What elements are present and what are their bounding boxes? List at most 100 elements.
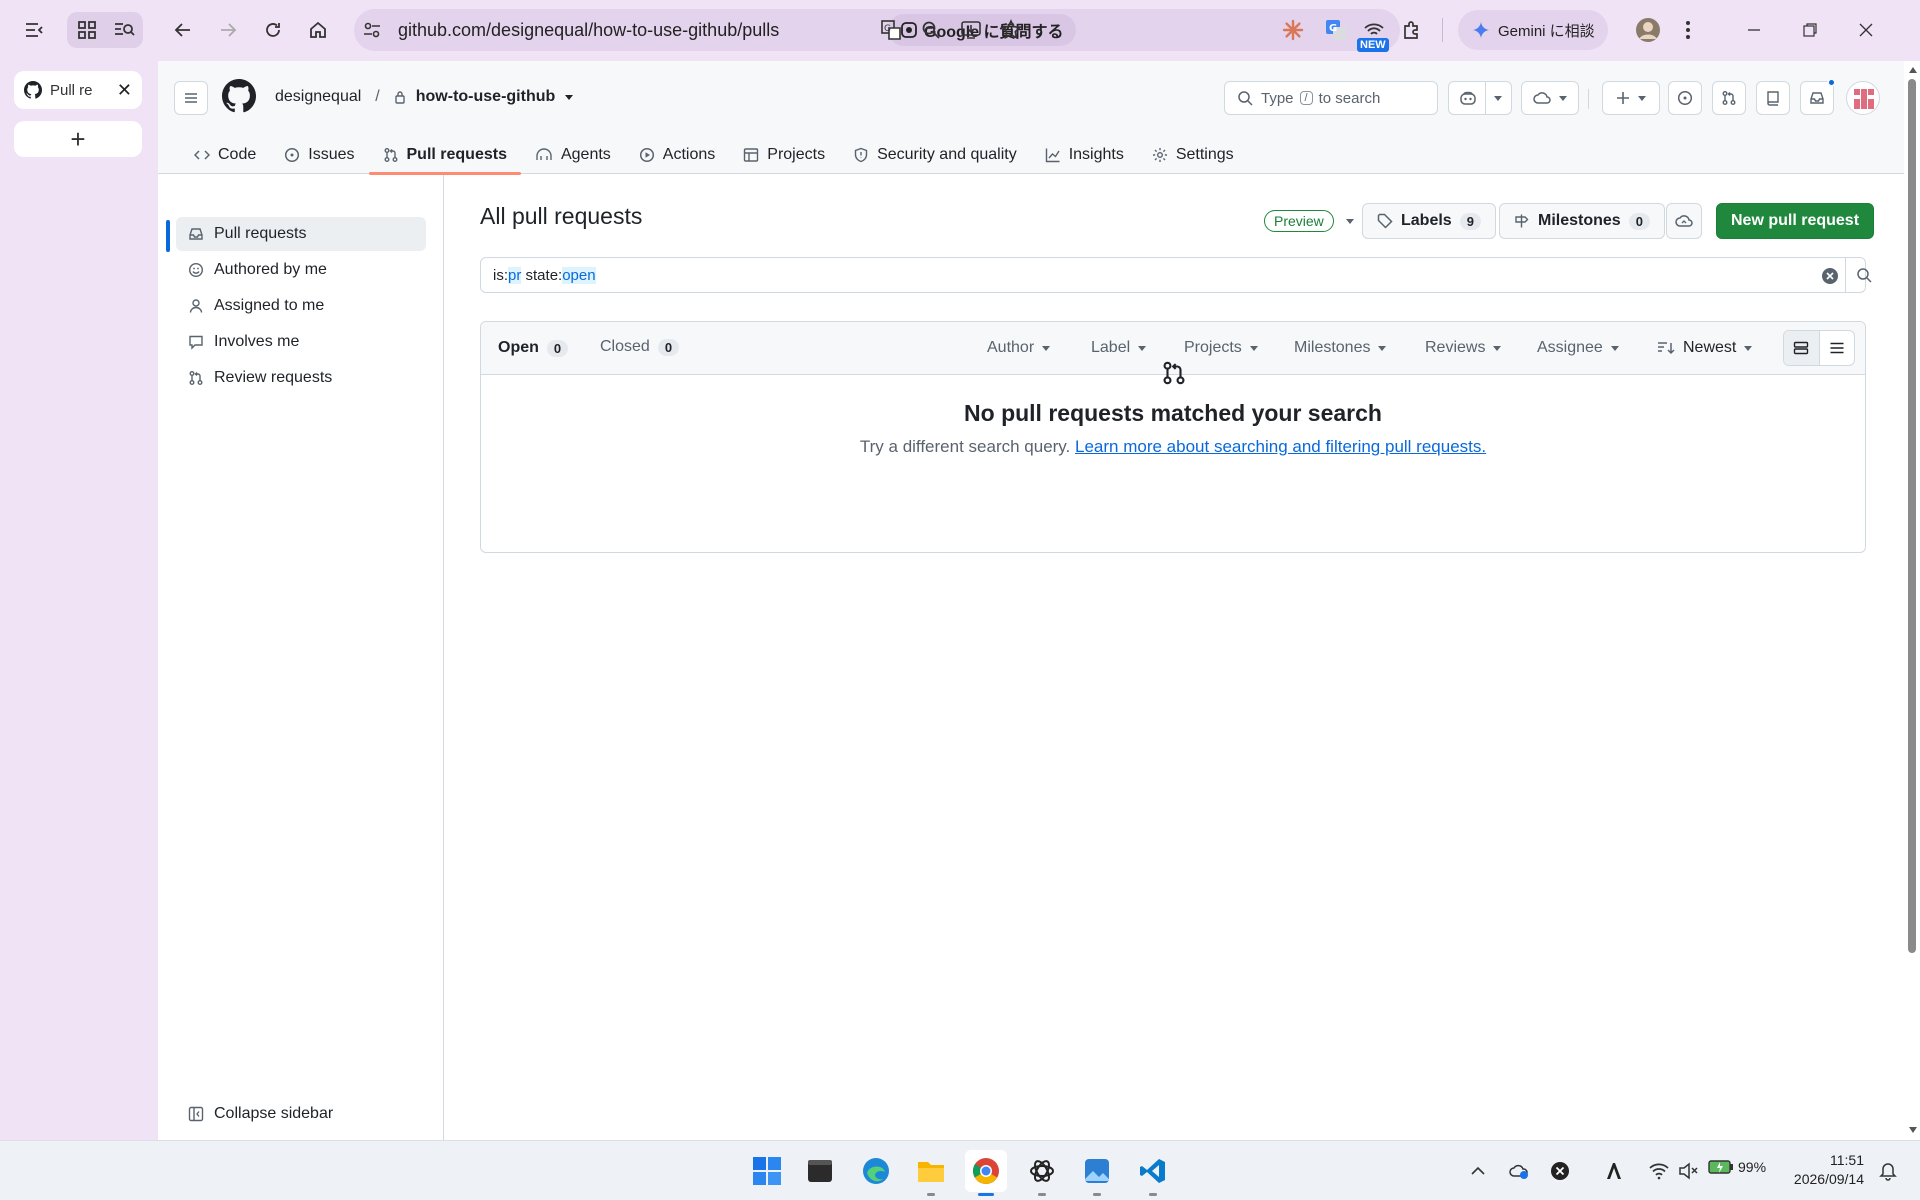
copilot-button[interactable] — [1448, 81, 1512, 115]
extensions-button[interactable] — [1394, 12, 1430, 48]
tab-search-button[interactable] — [106, 12, 142, 48]
taskbar-app-vscode[interactable] — [1132, 1150, 1174, 1196]
bookmark-button[interactable] — [993, 12, 1029, 48]
tab-pull-requests[interactable]: Pull requests — [368, 136, 522, 175]
reviews-filter[interactable]: Reviews — [1425, 339, 1502, 357]
create-new-button[interactable] — [1602, 81, 1660, 115]
browser-tab-active[interactable]: Pull re ✕ — [14, 71, 142, 109]
new-pull-request-button[interactable]: New pull request — [1716, 203, 1875, 239]
codespaces-dropdown-caret[interactable] — [1559, 95, 1567, 101]
sort-dropdown[interactable]: Newest — [1657, 339, 1753, 357]
scroll-up-arrow-icon[interactable] — [1909, 67, 1917, 73]
preview-toggle[interactable]: Preview — [1264, 210, 1354, 232]
taskbar-app-chatgpt[interactable] — [1021, 1150, 1063, 1196]
tray-battery[interactable]: 99% — [1708, 1159, 1766, 1175]
your-issues-button[interactable] — [1668, 81, 1702, 115]
owner-link[interactable]: designequal — [275, 88, 361, 106]
tab-groups-button[interactable] — [69, 12, 105, 48]
sidebar-item-authored[interactable]: Authored by me — [176, 253, 426, 287]
copilot-dropdown-caret[interactable] — [1493, 95, 1502, 101]
sidebar-item-review-requests[interactable]: Review requests — [176, 361, 426, 395]
show-hidden-icons-button[interactable] — [1464, 1150, 1492, 1192]
tray-app-x[interactable] — [1546, 1150, 1574, 1192]
new-extension-button[interactable]: NEW — [1356, 12, 1392, 52]
minimize-button[interactable] — [1736, 12, 1772, 48]
forward-button[interactable] — [210, 12, 246, 48]
notifications-button[interactable] — [1800, 78, 1836, 115]
assignee-filter[interactable]: Assignee — [1537, 339, 1619, 357]
create-dropdown-caret[interactable] — [1638, 95, 1646, 101]
url-text[interactable]: github.com/designequal/how-to-use-github… — [398, 20, 779, 41]
claude-extension-button[interactable] — [1275, 12, 1311, 48]
notification-center-button[interactable] — [1874, 1150, 1902, 1192]
projects-filter[interactable]: Projects — [1184, 339, 1258, 357]
copilot-cloud-button[interactable] — [1666, 203, 1702, 239]
tab-projects[interactable]: Projects — [729, 136, 839, 174]
new-tab-button[interactable]: + — [14, 121, 142, 157]
tray-anthropic[interactable] — [1600, 1150, 1628, 1192]
milestones-filter[interactable]: Milestones — [1294, 339, 1387, 357]
reload-button[interactable] — [255, 12, 291, 48]
taskbar-app-edge[interactable] — [855, 1150, 897, 1192]
clear-search-button[interactable] — [1821, 267, 1839, 285]
tab-security[interactable]: Security and quality — [839, 136, 1031, 174]
restore-button[interactable] — [1792, 12, 1828, 48]
tray-clock[interactable]: 11:51 2026/09/14 — [1784, 1151, 1864, 1189]
search-submit-button[interactable] — [1845, 258, 1882, 292]
translate-button[interactable]: G — [873, 12, 909, 48]
open-filter-tab[interactable]: Open 0 — [498, 339, 569, 357]
your-pull-requests-button[interactable] — [1712, 81, 1746, 115]
milestones-button[interactable]: Milestones 0 — [1499, 203, 1665, 239]
labels-button[interactable]: Labels 9 — [1362, 203, 1496, 239]
tab-agents[interactable]: Agents — [521, 136, 625, 174]
learn-more-link[interactable]: Learn more about searching and filtering… — [1075, 437, 1486, 456]
tab-actions[interactable]: Actions — [625, 136, 729, 174]
sidebar-item-pull-requests[interactable]: Pull requests — [176, 217, 426, 251]
page-scrollbar[interactable] — [1904, 61, 1920, 1140]
chrome-menu-button[interactable] — [1670, 12, 1706, 48]
repo-link[interactable]: how-to-use-github — [416, 88, 556, 106]
sidebar-item-assigned[interactable]: Assigned to me — [176, 289, 426, 323]
tray-volume[interactable] — [1674, 1150, 1702, 1192]
preview-dropdown-caret[interactable] — [1345, 218, 1354, 224]
user-avatar[interactable] — [1846, 81, 1880, 115]
codespaces-button[interactable] — [1521, 81, 1579, 115]
close-window-button[interactable] — [1848, 12, 1884, 48]
site-info-button[interactable] — [354, 12, 390, 48]
tab-code[interactable]: Code — [180, 136, 270, 174]
taskbar-app-explorer[interactable] — [910, 1150, 952, 1196]
tab-issues[interactable]: Issues — [270, 136, 368, 174]
install-app-button[interactable] — [953, 12, 989, 48]
taskbar-app-chrome[interactable] — [965, 1150, 1007, 1196]
google-translate-extension-button[interactable]: G — [1318, 12, 1354, 48]
repo-dropdown-caret[interactable] — [565, 94, 574, 100]
profile-avatar[interactable] — [1630, 12, 1666, 48]
global-search-input[interactable]: Type / to search — [1224, 81, 1438, 115]
comfortable-view-button[interactable] — [1784, 331, 1820, 365]
tab-settings[interactable]: Settings — [1138, 136, 1248, 174]
scroll-down-arrow-icon[interactable] — [1909, 1127, 1917, 1133]
tray-onedrive[interactable] — [1505, 1150, 1533, 1192]
global-menu-button[interactable] — [174, 81, 208, 115]
closed-filter-tab[interactable]: Closed 0 — [600, 338, 680, 356]
github-logo[interactable] — [222, 79, 256, 113]
label-filter[interactable]: Label — [1091, 339, 1147, 357]
back-button[interactable] — [165, 12, 201, 48]
compact-view-button[interactable] — [1820, 331, 1855, 365]
tab-insights[interactable]: Insights — [1031, 136, 1138, 174]
pr-search-input[interactable]: is:pr state:open — [480, 257, 1872, 293]
close-tab-icon[interactable]: ✕ — [117, 80, 132, 101]
home-button[interactable] — [300, 12, 336, 48]
sidebar-item-involves[interactable]: Involves me — [176, 325, 426, 359]
repositories-button[interactable] — [1756, 81, 1790, 115]
zoom-button[interactable] — [913, 12, 949, 48]
tray-wifi[interactable] — [1645, 1150, 1673, 1192]
collapse-sidebar-button[interactable]: Collapse sidebar — [176, 1097, 426, 1131]
taskbar-app-photos[interactable] — [1076, 1150, 1118, 1196]
author-filter[interactable]: Author — [987, 339, 1051, 357]
taskbar-app-terminal[interactable] — [799, 1150, 841, 1192]
gemini-button[interactable]: Gemini に相談 — [1458, 10, 1608, 50]
start-button[interactable] — [746, 1150, 788, 1192]
collapse-tabs-button[interactable] — [16, 12, 52, 48]
scrollbar-thumb[interactable] — [1908, 79, 1916, 953]
